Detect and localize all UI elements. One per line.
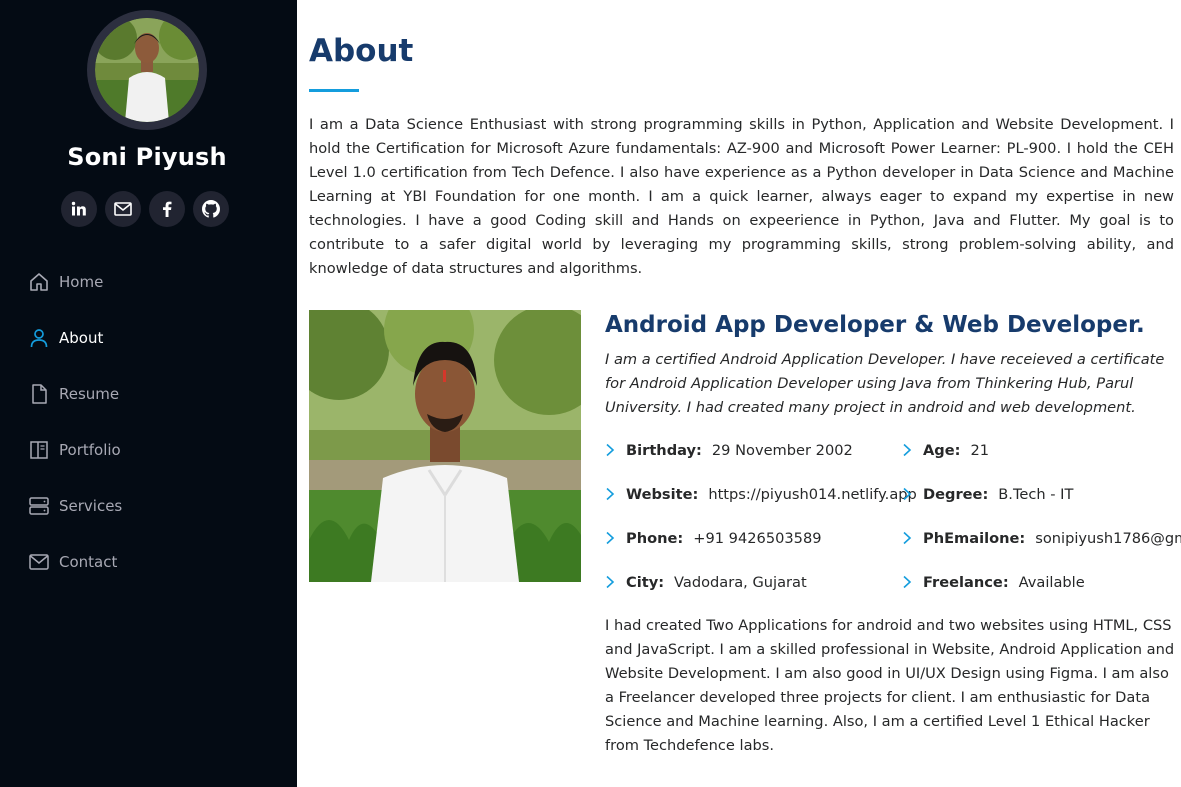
- envelope-icon: [28, 551, 50, 573]
- fact-value: Vadodara, Gujarat: [674, 573, 807, 591]
- fact-label: Phone:: [626, 529, 684, 547]
- file-icon: [28, 383, 50, 405]
- avatar: [95, 18, 199, 122]
- nav-label-home: Home: [59, 273, 104, 291]
- fact-age: Age: 21: [902, 438, 989, 462]
- facebook-icon: [163, 201, 172, 217]
- avatar-frame: [87, 10, 207, 130]
- about-extra: I had created Two Applications for andro…: [605, 617, 1175, 754]
- linkedin-icon: [71, 201, 86, 216]
- fact-label: Degree:: [923, 485, 989, 503]
- nav-label-contact: Contact: [59, 553, 118, 571]
- linkedin-link[interactable]: [61, 191, 97, 227]
- chevron-right-icon: [605, 443, 617, 457]
- about-detail: Android App Developer & Web Developer. I…: [605, 310, 1181, 420]
- about-intro: I am a Data Science Enthusiast with stro…: [309, 116, 1174, 277]
- social-links: [61, 191, 229, 227]
- chevron-right-icon: [902, 531, 914, 545]
- fact-label: Website:: [626, 485, 699, 503]
- fact-website: Website: https://piyush014.netlify.app: [605, 482, 917, 506]
- nav-label-resume: Resume: [59, 385, 120, 403]
- title-underline: [309, 89, 359, 92]
- github-link[interactable]: [193, 191, 229, 227]
- fact-value: https://piyush014.netlify.app: [708, 485, 917, 503]
- fact-value: Available: [1018, 573, 1085, 591]
- nav-item-home[interactable]: Home: [0, 254, 297, 310]
- nav-label-portfolio: Portfolio: [59, 441, 121, 459]
- nav-item-about[interactable]: About: [0, 310, 297, 366]
- fact-degree: Degree: B.Tech - IT: [902, 482, 1073, 506]
- role-title: Android App Developer & Web Developer.: [605, 312, 1145, 338]
- profile-name: Soni Piyush: [67, 143, 227, 171]
- fact-label: Age:: [923, 441, 961, 459]
- fact-phone: Phone: +91 9426503589: [605, 526, 822, 550]
- fact-email: PhEmailone: sonipiyush1786@gm: [902, 526, 1181, 550]
- sidebar: Soni Piyush Home About Resume Portfolio …: [0, 0, 297, 787]
- home-icon: [28, 271, 50, 293]
- fact-value: 29 November 2002: [711, 441, 853, 459]
- about-section: About I am a Data Science Enthusiast wit…: [309, 0, 1181, 787]
- server-icon: [28, 495, 50, 517]
- nav-item-contact[interactable]: Contact: [0, 534, 297, 590]
- fact-label: Birthday:: [626, 441, 702, 459]
- fact-value: B.Tech - IT: [998, 485, 1074, 503]
- nav-item-resume[interactable]: Resume: [0, 366, 297, 422]
- nav-item-portfolio[interactable]: Portfolio: [0, 422, 297, 478]
- fact-birthday: Birthday: 29 November 2002: [605, 438, 853, 462]
- nav-label-about: About: [59, 329, 104, 347]
- email-link[interactable]: [105, 191, 141, 227]
- chevron-right-icon: [605, 531, 617, 545]
- nav-label-services: Services: [59, 497, 123, 515]
- chevron-right-icon: [902, 487, 914, 501]
- fact-city: City: Vadodara, Gujarat: [605, 570, 807, 594]
- fact-value: 21: [970, 441, 990, 459]
- book-icon: [28, 439, 50, 461]
- fact-value: +91 9426503589: [693, 529, 822, 547]
- github-icon: [202, 200, 220, 218]
- chevron-right-icon: [902, 443, 914, 457]
- fact-freelance: Freelance: Available: [902, 570, 1085, 594]
- fact-label: PhEmailone:: [923, 529, 1026, 547]
- chevron-right-icon: [605, 487, 617, 501]
- chevron-right-icon: [902, 575, 914, 589]
- facebook-link[interactable]: [149, 191, 185, 227]
- fact-label: Freelance:: [923, 573, 1009, 591]
- person-icon: [28, 327, 50, 349]
- chevron-right-icon: [605, 575, 617, 589]
- profile-photo: [309, 310, 581, 582]
- role-description: I am a certified Android Application Dev…: [605, 351, 1165, 416]
- main-nav: Home About Resume Portfolio Services Con…: [0, 254, 297, 590]
- mail-icon: [114, 202, 132, 216]
- section-title: About: [309, 33, 414, 69]
- fact-value: sonipiyush1786@gm: [1035, 529, 1181, 547]
- nav-item-services[interactable]: Services: [0, 478, 297, 534]
- fact-label: City:: [626, 573, 665, 591]
